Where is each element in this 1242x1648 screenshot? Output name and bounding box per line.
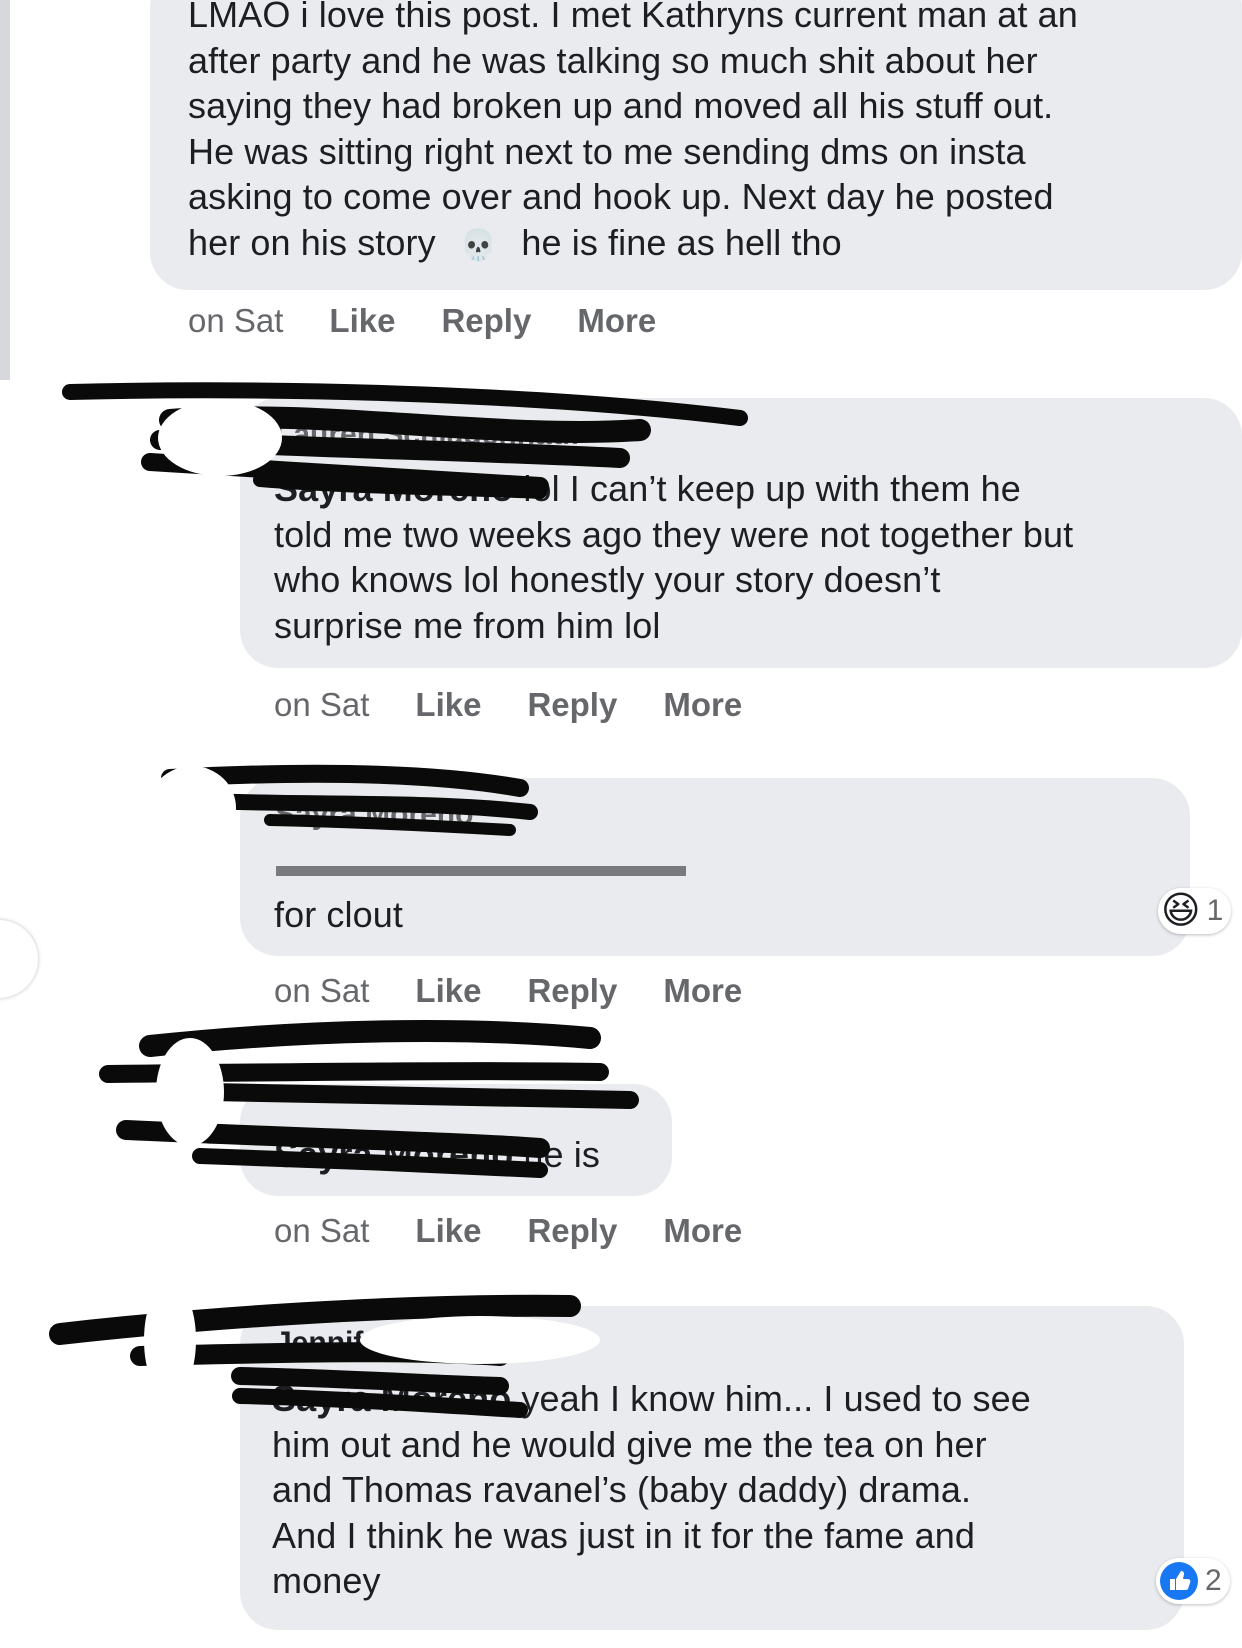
- reply-line: him out and he would give me the tea on …: [272, 1423, 987, 1465]
- reaction-badge[interactable]: 2: [1156, 1558, 1230, 1604]
- like-link[interactable]: Like: [329, 302, 395, 340]
- reply-time: on Sat: [274, 972, 370, 1009]
- reply-link[interactable]: Reply: [527, 686, 617, 724]
- reply-text: L... girl he’s definitely in it for clou…: [274, 846, 679, 937]
- mention-link[interactable]: Sayra Moreno: [274, 1134, 513, 1175]
- comments-screenshot: LMAO i love this post. I met Kathryns cu…: [0, 0, 1242, 1648]
- reply-time: on Sat: [274, 686, 370, 723]
- reply-author-name: Lauren Schlagenhauf: [275, 418, 581, 451]
- reply-actions: on Sat Like Reply More: [274, 686, 742, 724]
- more-link[interactable]: More: [663, 686, 742, 724]
- reaction-count: 2: [1205, 1564, 1222, 1597]
- like-link[interactable]: Like: [415, 686, 481, 724]
- reply-author-name: Sayra Moreno: [275, 798, 474, 831]
- comment-line: saying they had broken up and moved all …: [188, 85, 1054, 126]
- reaction-count: 1: [1206, 894, 1224, 927]
- reply-link[interactable]: Reply: [527, 972, 617, 1010]
- like-link[interactable]: Like: [415, 972, 481, 1010]
- reply-text: Sayra Moreno yeah I know him... I used t…: [272, 1376, 1031, 1604]
- reply-link[interactable]: Reply: [527, 1212, 617, 1250]
- reply-actions: on Sat Like Reply More: [274, 972, 742, 1010]
- comment-segment: her on his story: [188, 221, 436, 263]
- more-link[interactable]: More: [663, 1212, 742, 1250]
- reply-link[interactable]: Reply: [441, 302, 531, 340]
- reply-line: L... girl he’s definitely in it: [274, 846, 679, 892]
- comment-actions: on Sat Like Reply More: [188, 302, 656, 340]
- reply-line: And I think he was just in it for the fa…: [272, 1514, 975, 1556]
- reply-text: Sayra Moreno he is: [274, 1132, 600, 1178]
- reply-segment: lol I can’t keep up with them he: [513, 468, 1021, 509]
- comment-time: on Sat: [188, 302, 284, 339]
- comment-line: her on his story 💀 he is fine as hell th…: [188, 220, 1078, 269]
- comment-segment: he is fine as hell tho: [521, 221, 842, 263]
- more-link[interactable]: More: [577, 302, 656, 340]
- reply-line: Sayra Moreno he is: [274, 1132, 600, 1178]
- reply-line: Sayra Moreno lol I can’t keep up with th…: [274, 466, 1073, 512]
- reply-line: money: [272, 1560, 381, 1601]
- reply-line: and Thomas ravanel’s (baby daddy) drama.: [272, 1469, 972, 1510]
- mention-link[interactable]: Sayra Moreno: [272, 1378, 511, 1419]
- comment-line: after party and he was talking so much s…: [188, 39, 1038, 81]
- side-handle[interactable]: [0, 920, 38, 998]
- reply-line: Sayra Moreno yeah I know him... I used t…: [272, 1376, 1031, 1422]
- reply-segment: yeah I know him... I used to see: [511, 1378, 1031, 1419]
- comment-line: LMAO i love this post. I met Kathryns cu…: [188, 0, 1078, 35]
- reply-segment: L... girl he’s definitely in it: [274, 848, 679, 889]
- left-edge-strip: [0, 0, 10, 380]
- mention-link[interactable]: Sayra Moreno: [274, 468, 513, 509]
- reply-line: for clout: [274, 893, 403, 935]
- reply-author-name: Jennife: [275, 1326, 381, 1359]
- comment-line: asking to come over and hook up. Next da…: [188, 176, 1054, 217]
- comment-line: He was sitting right next to me sending …: [188, 130, 1026, 172]
- reply-line: who knows lol honestly your story doesn’…: [274, 559, 941, 600]
- reply-actions: on Sat Like Reply More: [274, 1212, 742, 1250]
- reply-time: on Sat: [274, 1212, 370, 1249]
- reply-line: told me two weeks ago they were not toge…: [274, 513, 1074, 555]
- comment-text: LMAO i love this post. I met Kathryns cu…: [188, 0, 1078, 268]
- skull-emoji-icon: 💀: [459, 228, 498, 262]
- reaction-badge[interactable]: 😆 1: [1158, 888, 1232, 934]
- like-reaction-icon: [1160, 1562, 1198, 1600]
- haha-reaction-icon: 😆: [1161, 890, 1201, 932]
- reply-text: Sayra Moreno lol I can’t keep up with th…: [274, 466, 1073, 648]
- more-link[interactable]: More: [663, 972, 742, 1010]
- like-link[interactable]: Like: [415, 1212, 481, 1250]
- reply-line: surprise me from him lol: [274, 604, 661, 646]
- reply-segment: he is: [513, 1134, 600, 1175]
